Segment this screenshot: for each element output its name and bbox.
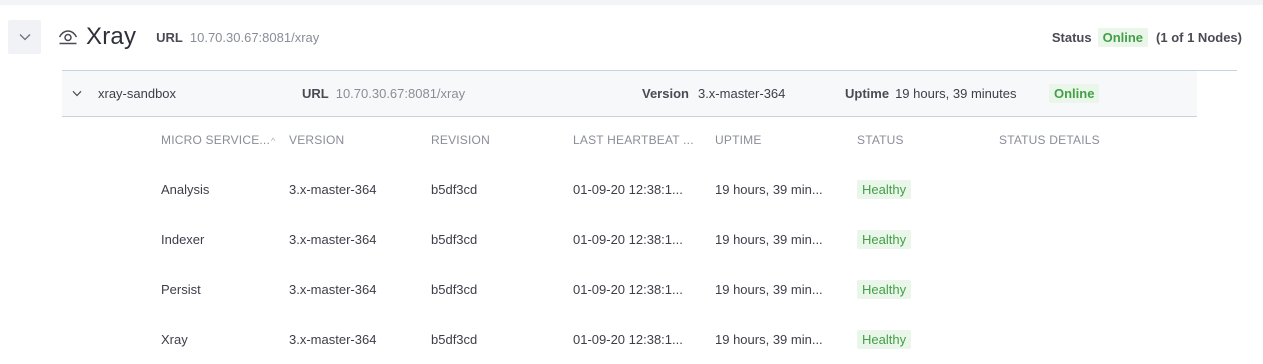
table-row: Persist 3.x-master-364 b5df3cd 01-09-20 …	[161, 264, 1129, 314]
node-version: 3.x-master-364	[697, 86, 786, 101]
node-status-badge: Online	[1049, 84, 1100, 103]
service-title: Xray	[86, 23, 137, 50]
eye-icon	[58, 29, 78, 45]
node-row: xray-sandbox URL 10.70.30.67:8081/xray V…	[62, 70, 1237, 117]
status-label: Status	[1051, 29, 1092, 45]
service-url-label: URL	[156, 29, 183, 45]
column-header-micro-service[interactable]: MICRO SERVICE...^	[161, 116, 289, 164]
service-header: Xray URL 10.70.30.67:8081/xray	[58, 20, 319, 54]
column-header-uptime[interactable]: UPTIME	[715, 116, 857, 164]
cell-revision: b5df3cd	[431, 331, 478, 347]
status-badge: Healthy	[857, 179, 912, 199]
node-uptime-group: Uptime 19 hours, 39 minutes	[845, 86, 1016, 101]
chevron-down-icon	[19, 34, 30, 41]
cell-name: Persist	[161, 281, 201, 297]
sort-icon: ^	[271, 136, 276, 146]
cell-status: Healthy	[857, 214, 999, 264]
status-badge: Online	[1097, 27, 1149, 47]
status-badge: Healthy	[857, 279, 912, 299]
column-header-version[interactable]: VERSION	[289, 116, 431, 164]
node-uptime: 19 hours, 39 minutes	[895, 86, 1017, 101]
table-row: Analysis 3.x-master-364 b5df3cd 01-09-20…	[161, 164, 1129, 214]
cell-name: Analysis	[161, 181, 210, 197]
cell-heartbeat: 01-09-20 12:38:1...	[573, 281, 683, 297]
cell-version: 3.x-master-364	[289, 231, 377, 247]
node-row-divider	[1197, 70, 1237, 71]
status-badge: Healthy	[857, 229, 912, 249]
node-name: xray-sandbox	[98, 86, 177, 101]
node-version-label: Version	[642, 86, 689, 101]
node-uptime-label: Uptime	[845, 86, 890, 101]
cell-status-details	[999, 164, 1129, 214]
column-header-revision[interactable]: REVISION	[431, 116, 573, 164]
node-url-label: URL	[302, 86, 329, 101]
node-collapse-button[interactable]	[70, 86, 84, 100]
cell-heartbeat: 01-09-20 12:38:1...	[573, 181, 683, 197]
cell-uptime: 19 hours, 39 min...	[715, 181, 823, 197]
cell-uptime: 19 hours, 39 min...	[715, 331, 823, 347]
cell-status-details	[999, 214, 1129, 264]
cell-heartbeat: 01-09-20 12:38:1...	[573, 331, 683, 347]
status-badge: Healthy	[857, 329, 912, 349]
cell-uptime: 19 hours, 39 min...	[715, 231, 823, 247]
column-header-status-details[interactable]: STATUS DETAILS	[999, 116, 1129, 164]
table-header-row: MICRO SERVICE...^ VERSION REVISION LAST …	[161, 116, 1129, 164]
cell-name: Indexer	[161, 231, 205, 247]
cell-version: 3.x-master-364	[289, 331, 377, 347]
column-header-last-heartbeat[interactable]: LAST HEARTBEAT ...	[573, 116, 715, 164]
cell-version: 3.x-master-364	[289, 181, 377, 197]
cell-status: Healthy	[857, 314, 999, 364]
top-divider	[0, 0, 1263, 5]
cell-heartbeat: 01-09-20 12:38:1...	[573, 231, 683, 247]
cell-version: 3.x-master-364	[289, 281, 377, 297]
service-collapse-button[interactable]	[8, 20, 41, 54]
cell-uptime: 19 hours, 39 min...	[715, 281, 823, 297]
cell-status: Healthy	[857, 164, 999, 214]
table-row: Indexer 3.x-master-364 b5df3cd 01-09-20 …	[161, 214, 1129, 264]
cell-status: Healthy	[857, 264, 999, 314]
table-row: Xray 3.x-master-364 b5df3cd 01-09-20 12:…	[161, 314, 1129, 364]
column-header-status[interactable]: STATUS	[857, 116, 999, 164]
cell-status-details	[999, 264, 1129, 314]
node-url: 10.70.30.67:8081/xray	[335, 86, 466, 101]
cell-revision: b5df3cd	[431, 281, 478, 297]
nodes-count: (1 of 1 Nodes)	[1156, 29, 1242, 45]
cell-name: Xray	[161, 331, 188, 347]
cell-revision: b5df3cd	[431, 181, 478, 197]
node-url-group: URL 10.70.30.67:8081/xray	[302, 86, 465, 101]
service-url: 10.70.30.67:8081/xray	[189, 29, 320, 45]
cell-revision: b5df3cd	[431, 231, 478, 247]
microservices-table: MICRO SERVICE...^ VERSION REVISION LAST …	[161, 116, 1129, 364]
node-version-group: Version 3.x-master-364	[642, 86, 785, 101]
service-status: Status Online (1 of 1 Nodes)	[1052, 20, 1242, 54]
chevron-down-icon	[72, 90, 82, 96]
cell-status-details	[999, 314, 1129, 364]
